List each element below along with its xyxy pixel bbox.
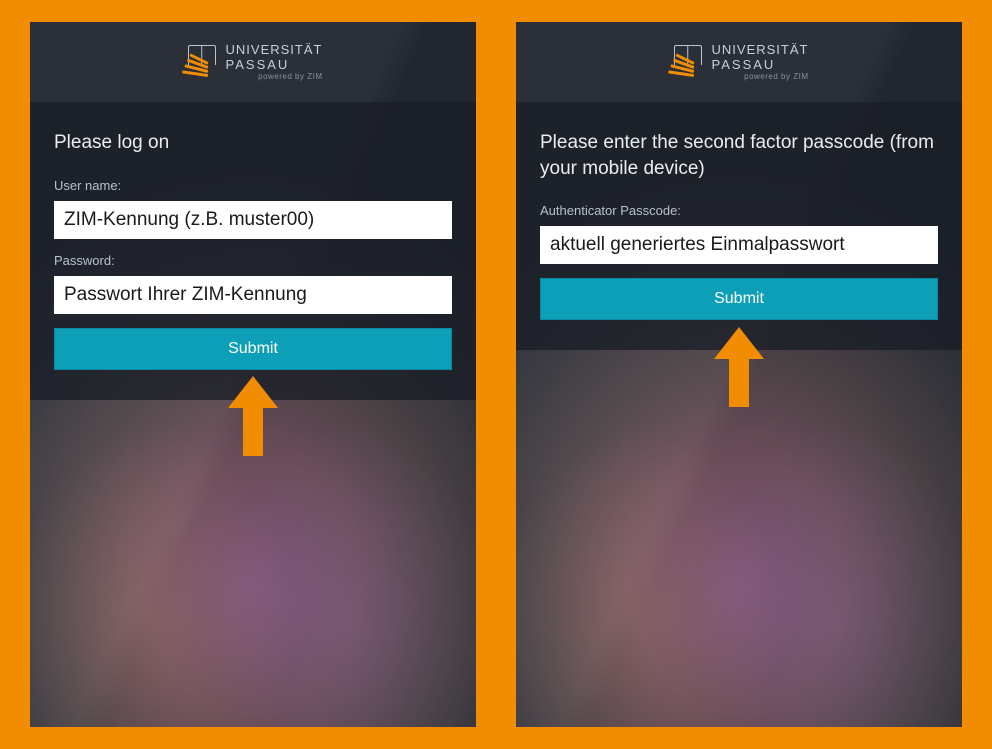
submit-button[interactable]: Submit bbox=[54, 328, 452, 370]
logo-subtitle: powered by ZIM bbox=[712, 73, 809, 81]
header: UNIVERSITÄT PASSAU powered by ZIM bbox=[30, 22, 476, 102]
annotation-arrow-icon bbox=[714, 327, 764, 407]
logo-mark-icon bbox=[184, 45, 220, 79]
username-label: User name: bbox=[54, 178, 452, 193]
logo-subtitle: powered by ZIM bbox=[226, 73, 323, 81]
logo: UNIVERSITÄT PASSAU powered by ZIM bbox=[670, 43, 809, 81]
login-panel: UNIVERSITÄT PASSAU powered by ZIM Please… bbox=[30, 22, 476, 727]
second-factor-heading: Please enter the second factor passcode … bbox=[540, 130, 938, 181]
logo-text: UNIVERSITÄT PASSAU powered by ZIM bbox=[226, 43, 323, 81]
second-factor-form: Please enter the second factor passcode … bbox=[516, 102, 962, 350]
login-form: Please log on User name: Password: Submi… bbox=[30, 102, 476, 400]
submit-button[interactable]: Submit bbox=[540, 278, 938, 320]
logo-line2: PASSAU bbox=[226, 58, 323, 71]
passcode-input[interactable] bbox=[540, 226, 938, 264]
login-heading: Please log on bbox=[54, 130, 452, 156]
annotation-arrow-icon bbox=[228, 376, 278, 456]
passcode-label: Authenticator Passcode: bbox=[540, 203, 938, 218]
username-input[interactable] bbox=[54, 201, 452, 239]
logo-line1: UNIVERSITÄT bbox=[226, 43, 323, 56]
header: UNIVERSITÄT PASSAU powered by ZIM bbox=[516, 22, 962, 102]
logo-mark-icon bbox=[670, 45, 706, 79]
logo-text: UNIVERSITÄT PASSAU powered by ZIM bbox=[712, 43, 809, 81]
logo: UNIVERSITÄT PASSAU powered by ZIM bbox=[184, 43, 323, 81]
logo-line2: PASSAU bbox=[712, 58, 809, 71]
logo-line1: UNIVERSITÄT bbox=[712, 43, 809, 56]
password-input[interactable] bbox=[54, 276, 452, 314]
password-label: Password: bbox=[54, 253, 452, 268]
